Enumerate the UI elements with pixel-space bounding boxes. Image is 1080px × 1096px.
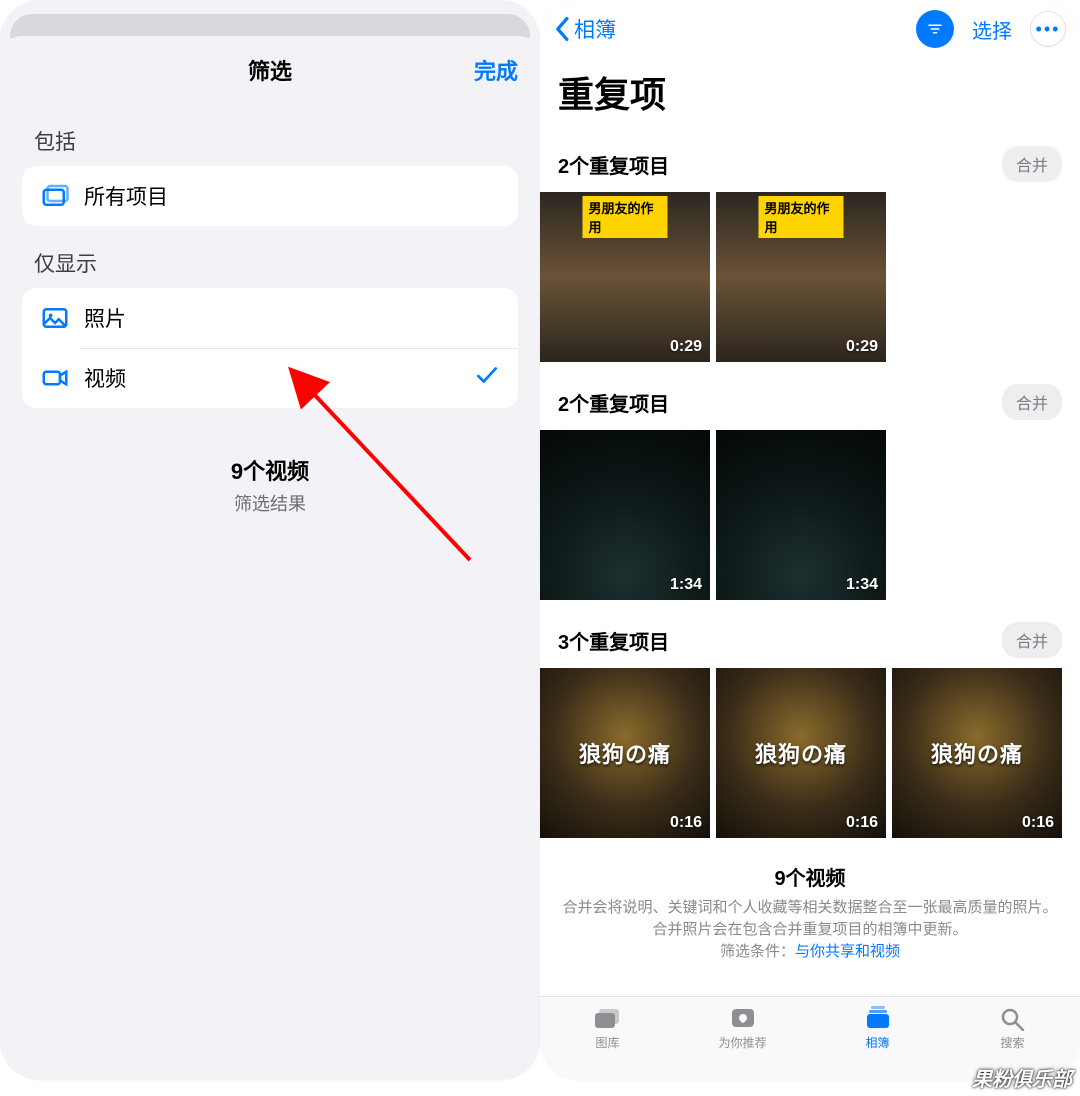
video-overlay-text: 狼狗の痛 xyxy=(540,737,710,769)
footer-desc: 合并会将说明、关键词和个人收藏等相关数据整合至一张最高质量的照片。合并照片会在包… xyxy=(562,897,1058,962)
tab-for-you-label: 为你推荐 xyxy=(718,1034,766,1051)
video-duration: 0:29 xyxy=(846,338,878,356)
duplicate-group: 2个重复项目 合并 男朋友的作用 0:29 男朋友的作用 0:29 xyxy=(540,136,1080,374)
filter-summary-count: 9个视频 xyxy=(0,454,540,486)
search-icon xyxy=(998,1005,1028,1031)
duplicates-panel: 相簿 选择 ••• 重复项 2个重复项目 合并 男朋友的作用 0: xyxy=(540,0,1080,1080)
page-title: 重复项 xyxy=(540,58,1080,136)
row-all-items-label: 所有项目 xyxy=(84,181,168,211)
filter-condition-link[interactable]: 与你共享和视频 xyxy=(795,943,900,960)
tab-library-label: 图库 xyxy=(595,1034,619,1051)
done-button[interactable]: 完成 xyxy=(474,36,518,104)
video-thumbnail[interactable]: 狼狗の痛 0:16 xyxy=(892,668,1062,838)
chevron-left-icon xyxy=(554,16,572,42)
filter-sheet: 筛选 完成 包括 所有项目 仅显示 xyxy=(0,36,540,1080)
include-card: 所有项目 xyxy=(22,166,518,226)
row-all-items[interactable]: 所有项目 xyxy=(22,166,518,226)
checkmark-icon xyxy=(474,362,500,394)
back-button[interactable]: 相簿 xyxy=(554,14,616,44)
tab-for-you[interactable]: 为你推荐 xyxy=(675,1005,810,1051)
filter-chip-button[interactable] xyxy=(916,10,954,48)
stack-photos-icon xyxy=(40,181,70,211)
footer-summary: 9个视频 合并会将说明、关键词和个人收藏等相关数据整合至一张最高质量的照片。合并… xyxy=(540,850,1080,968)
row-photos[interactable]: 照片 xyxy=(22,288,518,348)
sheet-title: 筛选 xyxy=(248,54,292,86)
tab-search-label: 搜索 xyxy=(1000,1034,1024,1051)
sheet-stack-background xyxy=(10,14,530,38)
tab-library[interactable]: 图库 xyxy=(540,1005,675,1051)
group-label: 3个重复项目 xyxy=(558,626,669,655)
video-duration: 0:16 xyxy=(1022,814,1054,832)
section-include-label: 包括 xyxy=(0,104,540,166)
nav-bar: 相簿 选择 ••• xyxy=(540,0,1080,58)
duplicate-group: 2个重复项目 合并 1:34 1:34 xyxy=(540,374,1080,612)
tab-albums[interactable]: 相簿 xyxy=(810,1005,945,1051)
group-label: 2个重复项目 xyxy=(558,150,669,179)
video-thumbnail[interactable]: 1:34 xyxy=(716,430,886,600)
footer-count: 9个视频 xyxy=(562,862,1058,891)
video-icon xyxy=(40,363,70,393)
filter-lines-icon xyxy=(926,20,944,38)
merge-button[interactable]: 合并 xyxy=(1002,622,1062,658)
video-duration: 1:34 xyxy=(846,576,878,594)
for-you-icon xyxy=(728,1005,758,1031)
filter-summary: 9个视频 筛选结果 xyxy=(0,454,540,516)
more-button[interactable]: ••• xyxy=(1030,11,1066,47)
section-only-show-label: 仅显示 xyxy=(0,226,540,288)
merge-button[interactable]: 合并 xyxy=(1002,384,1062,420)
video-thumbnail[interactable]: 男朋友的作用 0:29 xyxy=(716,192,886,362)
row-photos-label: 照片 xyxy=(84,303,126,333)
watermark-text: 果粉俱乐部 xyxy=(972,1063,1072,1092)
video-thumbnail[interactable]: 1:34 xyxy=(540,430,710,600)
video-thumbnail[interactable]: 狼狗の痛 0:16 xyxy=(540,668,710,838)
tab-albums-label: 相簿 xyxy=(865,1034,889,1051)
done-button-label: 完成 xyxy=(474,54,518,86)
video-thumbnail[interactable]: 男朋友的作用 0:29 xyxy=(540,192,710,362)
duplicate-group: 3个重复项目 合并 狼狗の痛 0:16 狼狗の痛 0:16 狼狗の痛 0:16 xyxy=(540,612,1080,850)
video-thumbnail[interactable]: 狼狗の痛 0:16 xyxy=(716,668,886,838)
back-button-label: 相簿 xyxy=(574,14,616,44)
photo-icon xyxy=(40,303,70,333)
tab-search[interactable]: 搜索 xyxy=(945,1005,1080,1051)
video-duration: 1:34 xyxy=(670,576,702,594)
merge-button[interactable]: 合并 xyxy=(1002,146,1062,182)
select-button-label: 选择 xyxy=(972,21,1012,43)
filter-summary-sub: 筛选结果 xyxy=(0,490,540,516)
video-duration: 0:16 xyxy=(670,814,702,832)
library-icon xyxy=(593,1005,623,1031)
video-banner: 男朋友的作用 xyxy=(583,196,668,238)
sheet-header: 筛选 完成 xyxy=(0,36,540,104)
ellipsis-icon: ••• xyxy=(1036,19,1061,40)
video-duration: 0:29 xyxy=(670,338,702,356)
only-show-card: 照片 视频 xyxy=(22,288,518,408)
filter-sheet-panel: 筛选 完成 包括 所有项目 仅显示 xyxy=(0,0,540,1080)
group-label: 2个重复项目 xyxy=(558,388,669,417)
video-overlay-text: 狼狗の痛 xyxy=(716,737,886,769)
video-overlay-text: 狼狗の痛 xyxy=(892,737,1062,769)
select-button[interactable]: 选择 xyxy=(972,15,1012,44)
row-videos-label: 视频 xyxy=(84,363,126,393)
video-banner: 男朋友的作用 xyxy=(759,196,844,238)
video-duration: 0:16 xyxy=(846,814,878,832)
row-videos[interactable]: 视频 xyxy=(22,348,518,408)
albums-icon xyxy=(863,1005,893,1031)
